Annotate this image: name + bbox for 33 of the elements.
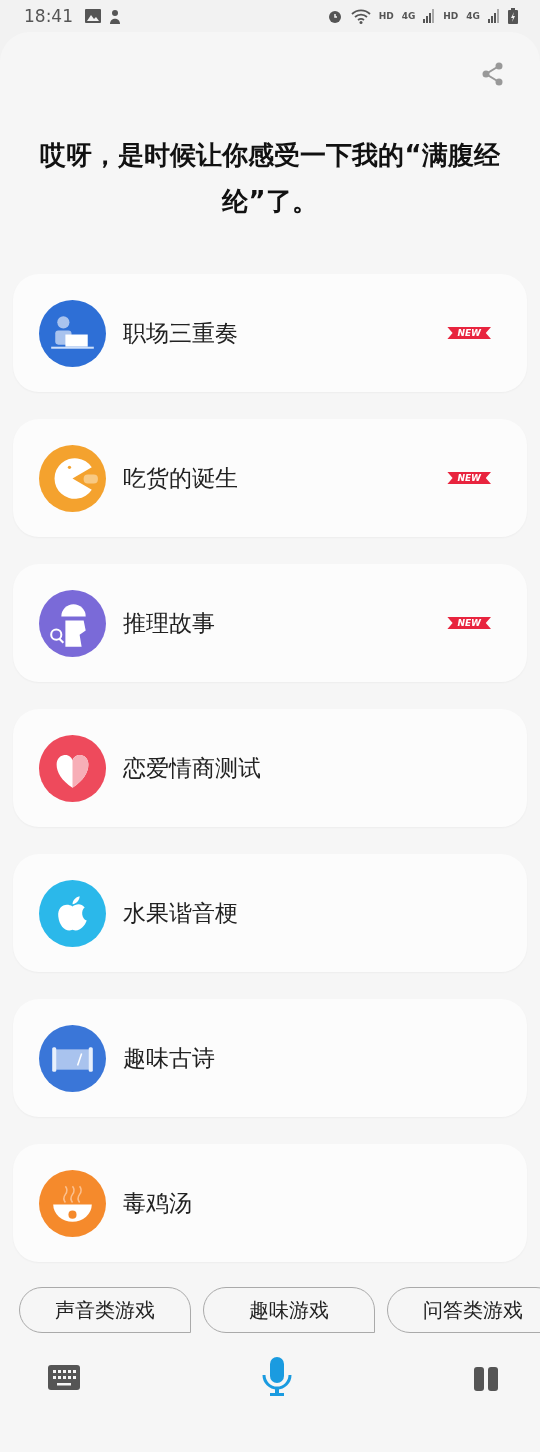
image-icon <box>85 9 101 23</box>
game-card[interactable]: 吃货的诞生 NEW <box>13 419 527 537</box>
network-label: 4G <box>466 11 480 21</box>
page-title: 哎呀，是时候让你感受一下我的“满腹经纶”了。 <box>39 139 501 218</box>
game-title: 恋爱情商测试 <box>123 753 262 783</box>
game-card[interactable]: 毒鸡汤 <box>13 1144 527 1262</box>
battery-icon <box>508 8 518 24</box>
game-title: 职场三重奏 <box>123 318 239 348</box>
network-label: HD <box>443 11 459 21</box>
game-card[interactable]: 恋爱情商测试 <box>13 709 527 827</box>
game-title: 趣味古诗 <box>123 1043 216 1073</box>
figure-icon <box>109 8 121 24</box>
new-badge: NEW <box>447 617 491 629</box>
game-card[interactable]: 职场三重奏 NEW <box>13 274 527 392</box>
game-title: 水果谐音梗 <box>123 898 239 928</box>
game-card[interactable]: 推理故事 NEW <box>13 564 527 682</box>
new-badge: NEW <box>447 472 491 484</box>
wifi-icon <box>350 8 371 24</box>
game-card[interactable]: 水果谐音梗 <box>13 854 527 972</box>
new-badge: NEW <box>447 327 491 339</box>
alarm-icon <box>326 8 343 24</box>
microphone-icon[interactable] <box>262 1357 292 1397</box>
keyboard-icon[interactable] <box>48 1364 80 1390</box>
game-card[interactable]: 趣味古诗 <box>13 999 527 1117</box>
game-title: 吃货的诞生 <box>123 463 239 493</box>
network-label: HD <box>378 11 394 21</box>
status-time: 18:41 <box>24 6 73 26</box>
signal-icon <box>423 9 436 23</box>
share-icon[interactable] <box>482 62 504 86</box>
signal-icon <box>488 9 500 23</box>
game-title: 推理故事 <box>123 608 216 638</box>
network-label: 4G <box>401 11 416 21</box>
game-title: 毒鸡汤 <box>123 1188 193 1218</box>
